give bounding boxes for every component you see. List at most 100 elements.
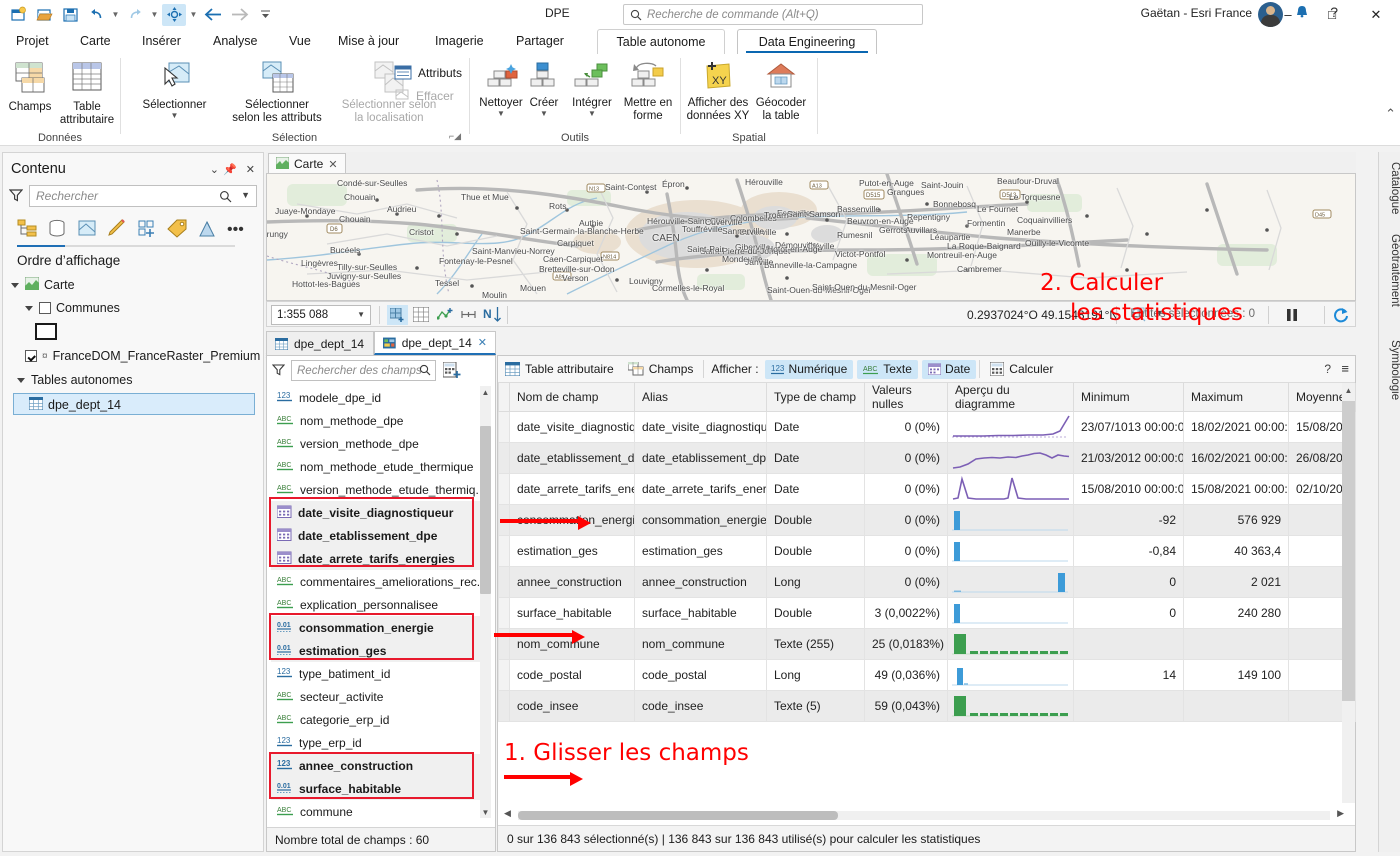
- side-tab-symbologie[interactable]: Symbologie: [1379, 334, 1400, 406]
- stats-table-row[interactable]: code_postal code_postal Long 49 (0,036%) 14 1…: [498, 659, 1356, 691]
- fields-scrollbar-thumb[interactable]: [480, 426, 491, 594]
- ribbon-button-selectionner-attributs[interactable]: Sélectionner selon les attributs: [222, 60, 332, 125]
- field-list-item[interactable]: ABC explication_personnalisee: [271, 593, 481, 616]
- stats-column-maximum[interactable]: Maximum: [1183, 383, 1289, 412]
- ribbon-button-selectionner[interactable]: Sélectionner ▼: [132, 60, 217, 120]
- stats-column-alias[interactable]: Alias: [634, 383, 767, 412]
- field-list-item[interactable]: ABC commune: [271, 800, 481, 818]
- user-account-label[interactable]: Gaëtan - Esri France: [1141, 6, 1252, 20]
- stats-vertical-scrollbar-thumb[interactable]: [1342, 401, 1355, 701]
- ribbon-tab-mise-a-jour[interactable]: Mise à jour: [330, 31, 407, 51]
- stats-cell-chart-preview[interactable]: [947, 690, 1074, 722]
- stats-table-row[interactable]: date_etablissement_dpedate_etablissement…: [498, 442, 1356, 474]
- row-selector[interactable]: [498, 411, 510, 443]
- field-list-item[interactable]: ABC commentaires_ameliorations_rec.: [271, 570, 481, 593]
- close-icon[interactable]: ✕: [246, 163, 255, 176]
- stats-table-row[interactable]: date_visite_diagnostiquedate_visite_diag…: [498, 411, 1356, 443]
- row-selector[interactable]: [498, 566, 510, 598]
- ribbon-button-geocoder-table[interactable]: Géocoder la table: [750, 60, 812, 123]
- stats-horizontal-scrollbar[interactable]: ◀ ▶: [504, 808, 1344, 823]
- field-list-item[interactable]: date_etablissement_dpe: [271, 524, 481, 547]
- contents-menu-icon[interactable]: ⌄: [210, 163, 219, 176]
- list-by-labeling-icon[interactable]: [167, 219, 188, 241]
- expander-icon[interactable]: [17, 376, 26, 385]
- select-features-icon[interactable]: [436, 307, 454, 325]
- stats-column-nom-de-champ[interactable]: Nom de champ: [509, 383, 635, 412]
- scroll-up-icon[interactable]: ▲: [1342, 383, 1355, 397]
- ribbon-button-afficher-xy[interactable]: XY Afficher des données XY: [684, 60, 752, 123]
- scroll-left-icon[interactable]: ◀: [504, 808, 511, 819]
- stats-table-row[interactable]: consommation_energieconsommation_energie…: [498, 504, 1356, 536]
- contents-tree-item-franceraster[interactable]: ¤ FranceDOM_FranceRaster_Premium ¤: [25, 349, 271, 363]
- row-selector[interactable]: [498, 473, 510, 505]
- contents-tree-item-communes[interactable]: Communes: [25, 301, 120, 315]
- field-list-item[interactable]: ABC version_methode_dpe: [271, 432, 481, 455]
- stats-cell-chart-preview[interactable]: [947, 442, 1074, 474]
- filter-icon[interactable]: [271, 363, 286, 379]
- contents-tree-item-dpe-dept-14[interactable]: dpe_dept_14: [28, 396, 121, 413]
- stats-toolbar-calculate[interactable]: Calculer: [983, 356, 1060, 383]
- ribbon-button-nettoyer[interactable]: Nettoyer ▼: [475, 60, 527, 118]
- customize-qat-icon[interactable]: [253, 4, 277, 26]
- map-view[interactable]: D515 D513 D6 N13 N814 A84 A13 D45 Condé-…: [266, 173, 1356, 301]
- contents-search-input[interactable]: Rechercher ▼: [29, 185, 257, 207]
- field-list-item[interactable]: date_arrete_tarifs_energies: [271, 547, 481, 570]
- list-by-editing-icon[interactable]: [107, 219, 128, 241]
- row-select-corner[interactable]: [498, 383, 510, 412]
- add-calculated-field-icon[interactable]: [442, 361, 461, 382]
- stats-cell-chart-preview[interactable]: [947, 597, 1074, 629]
- stats-vertical-scrollbar[interactable]: ▲: [1342, 383, 1355, 803]
- chevron-down-icon[interactable]: ▼: [497, 110, 505, 118]
- row-selector[interactable]: [498, 690, 510, 722]
- minimize-button[interactable]: –: [1266, 0, 1310, 29]
- north-arrow-icon[interactable]: N: [483, 306, 503, 322]
- filter-chip-numerique[interactable]: 123 Numérique: [764, 359, 854, 379]
- fields-list[interactable]: 123 modele_dpe_id ABC nom_methode_dpe ABC ver…: [271, 386, 481, 818]
- stats-cell-chart-preview[interactable]: [947, 504, 1074, 536]
- filter-chip-date[interactable]: Date: [921, 359, 977, 379]
- stats-cell-chart-preview[interactable]: [947, 566, 1074, 598]
- field-list-item[interactable]: 123 type_batiment_id: [271, 662, 481, 685]
- chevron-down-icon[interactable]: ▼: [357, 310, 365, 319]
- fields-tab-data-engineering[interactable]: dpe_dept_14 ✕: [374, 331, 496, 355]
- more-options-icon[interactable]: •••: [227, 222, 244, 238]
- field-list-item[interactable]: date_visite_diagnostiqueur: [271, 501, 481, 524]
- row-selector[interactable]: [498, 442, 510, 474]
- ribbon-button-table-attributaire[interactable]: Table attributaire: [58, 60, 116, 127]
- contents-tree-item-carte[interactable]: Carte: [11, 276, 75, 293]
- ribbon-tab-analyse[interactable]: Analyse: [205, 31, 265, 51]
- fields-tab-table[interactable]: dpe_dept_14: [266, 331, 374, 355]
- scroll-right-icon[interactable]: ▶: [1337, 808, 1344, 819]
- stats-column-minimum[interactable]: Minimum: [1073, 383, 1184, 412]
- stats-cell-chart-preview[interactable]: [947, 473, 1074, 505]
- stats-cell-chart-preview[interactable]: [947, 411, 1074, 443]
- ribbon-tab-partager[interactable]: Partager: [508, 31, 572, 51]
- ribbon-tab-carte[interactable]: Carte: [72, 31, 119, 51]
- field-list-item[interactable]: ABC secteur_activite: [271, 685, 481, 708]
- stats-table-row[interactable]: surface_habitable surface_habitable Double…: [498, 597, 1356, 629]
- fields-scrollbar[interactable]: ▲ ▼: [480, 386, 491, 818]
- field-list-item[interactable]: ABC version_methode_etude_thermiq.: [271, 478, 481, 501]
- stats-hscroll-thumb[interactable]: [518, 811, 838, 820]
- stats-cell-chart-preview[interactable]: [947, 535, 1074, 567]
- measure-icon[interactable]: [461, 307, 476, 325]
- row-selector[interactable]: [498, 659, 510, 691]
- filter-chip-texte[interactable]: ABC Texte: [857, 359, 918, 379]
- stats-help-icon[interactable]: ?: [1324, 362, 1331, 376]
- list-by-data-source-icon[interactable]: [47, 219, 68, 241]
- stats-column-valeurs-nulles[interactable]: Valeurs nulles: [864, 383, 948, 412]
- layer-symbol-swatch[interactable]: [35, 323, 57, 340]
- navigate-icon[interactable]: [162, 3, 186, 26]
- stats-table-row[interactable]: estimation_ges estimation_ges Double 0 (0%)…: [498, 535, 1356, 567]
- layer-visibility-checkbox[interactable]: [25, 350, 37, 362]
- stats-toolbar-fields[interactable]: Champs: [621, 356, 701, 383]
- ribbon-tab-imagerie[interactable]: Imagerie: [427, 31, 492, 51]
- stats-menu-icon[interactable]: ≡: [1341, 361, 1349, 376]
- row-selector[interactable]: [498, 597, 510, 629]
- collapse-ribbon-icon[interactable]: ⌃: [1385, 106, 1396, 122]
- stats-cell-chart-preview[interactable]: [947, 628, 1074, 660]
- chevron-down-icon[interactable]: ▼: [241, 190, 250, 200]
- undo-dropdown-icon[interactable]: ▼: [110, 4, 121, 26]
- list-by-selection-icon[interactable]: [77, 219, 98, 241]
- search-icon[interactable]: [219, 190, 232, 206]
